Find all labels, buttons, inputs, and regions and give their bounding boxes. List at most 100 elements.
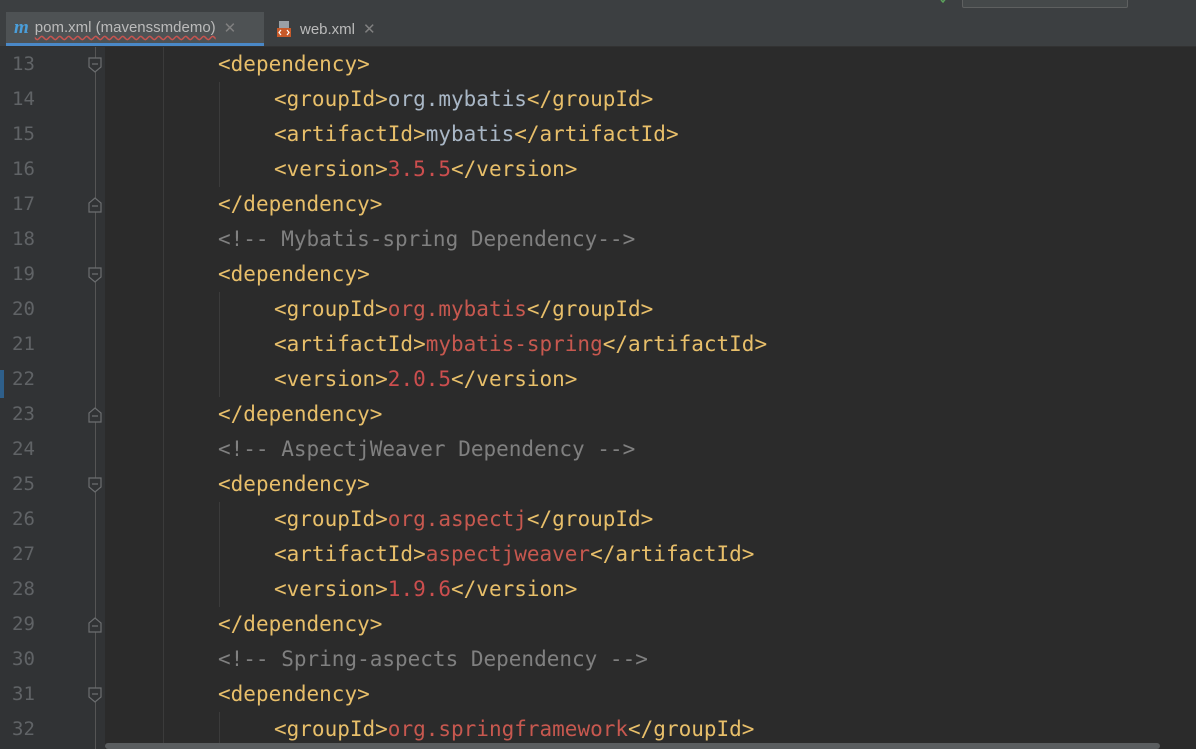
search-everywhere-field[interactable]	[962, 0, 1128, 8]
xml-tag-name: dependency	[230, 262, 358, 286]
fold-start-icon[interactable]	[88, 267, 102, 283]
line-number: 23	[12, 403, 35, 425]
code-line: <groupId>org.springframework</groupId>	[274, 712, 754, 747]
line-number: 32	[12, 718, 35, 740]
line-number: 17	[12, 193, 35, 215]
line-number: 22	[12, 368, 35, 390]
tag-bracket: <	[218, 52, 231, 76]
tag-bracket: <	[218, 262, 231, 286]
line-number: 16	[12, 158, 35, 180]
xml-value: 2.0.5	[387, 367, 452, 391]
code-line: <dependency>	[218, 47, 370, 82]
code-line: <!-- Mybatis-spring Dependency-->	[218, 222, 635, 257]
line-number: 21	[12, 333, 35, 355]
xml-close-tag: </artifactId>	[514, 122, 679, 146]
line-number: 27	[12, 543, 35, 565]
xml-tag-name: dependency	[230, 472, 358, 496]
tag-bracket: </	[218, 402, 244, 426]
xml-open-tag: <groupId>	[274, 717, 388, 741]
xml-open-tag: <version>	[274, 367, 388, 391]
code-line: <!-- Spring-aspects Dependency -->	[218, 642, 648, 677]
xml-value: mybatis-spring	[425, 332, 603, 356]
line-number: 18	[12, 228, 35, 250]
xml-close-tag: </artifactId>	[602, 332, 768, 356]
fold-end-icon[interactable]	[88, 617, 102, 633]
xml-open-tag: <artifactId>	[274, 542, 426, 566]
xml-close-tag: </version>	[451, 577, 578, 601]
xml-open-tag: <artifactId>	[274, 332, 426, 356]
close-icon[interactable]: ✕	[224, 19, 237, 37]
xml-tag-name: dependency	[243, 612, 370, 636]
xml-comment: <!-- Mybatis-spring Dependency-->	[218, 227, 636, 251]
line-number: 19	[12, 263, 35, 285]
code-editor[interactable]: <dependency> <groupId>org.mybatis</groupI…	[105, 47, 1196, 749]
tag-bracket: >	[357, 52, 370, 76]
code-line: <artifactId>mybatis</artifactId>	[274, 117, 679, 152]
xml-comment: <!-- AspectjWeaver Dependency -->	[218, 437, 636, 461]
fold-start-icon[interactable]	[88, 57, 102, 73]
xml-open-tag: <artifactId>	[274, 122, 426, 146]
xml-close-tag: </version>	[451, 157, 578, 181]
gutter-divider	[95, 47, 96, 749]
line-number: 28	[12, 578, 35, 600]
line-number: 29	[12, 613, 35, 635]
xml-file-icon	[277, 21, 291, 37]
tag-bracket: >	[357, 682, 370, 706]
xml-tag-name: dependency	[243, 402, 370, 426]
xml-open-tag: <groupId>	[274, 297, 388, 321]
tag-bracket: >	[369, 612, 383, 636]
xml-value: aspectjweaver	[425, 542, 591, 566]
code-line: <groupId>org.mybatis</groupId>	[274, 82, 653, 117]
fold-end-icon[interactable]	[88, 197, 102, 213]
code-line: </dependency>	[218, 187, 382, 222]
code-line: <dependency>	[218, 677, 370, 712]
xml-close-tag: </groupId>	[628, 717, 755, 741]
tab-web-xml[interactable]: web.xml ✕	[270, 12, 390, 46]
code-line: <groupId>org.mybatis</groupId>	[274, 292, 653, 327]
xml-comment: <!-- Spring-aspects Dependency -->	[218, 647, 648, 671]
fold-start-icon[interactable]	[88, 687, 102, 703]
tag-bracket: >	[369, 402, 383, 426]
tag-bracket: <	[218, 682, 231, 706]
xml-tag-name: dependency	[230, 52, 358, 76]
code-line: <!-- AspectjWeaver Dependency -->	[218, 432, 635, 467]
xml-tag-name: dependency	[243, 192, 370, 216]
fold-start-icon[interactable]	[88, 477, 102, 493]
current-line-marker	[0, 370, 4, 398]
code-line: </dependency>	[218, 607, 382, 642]
code-line: <groupId>org.aspectj</groupId>	[274, 502, 653, 537]
xml-value: org.mybatis	[387, 297, 527, 321]
line-number: 30	[12, 648, 35, 670]
xml-open-tag: <groupId>	[274, 87, 388, 111]
code-line: <version>3.5.5</version>	[274, 152, 577, 187]
tab-label: pom.xml (mavenssmdemo)	[34, 19, 216, 36]
close-icon[interactable]: ✕	[363, 20, 376, 38]
tag-bracket: </	[218, 192, 244, 216]
fold-end-icon[interactable]	[88, 407, 102, 423]
tab-label: web.xml	[300, 20, 356, 38]
line-number: 24	[12, 438, 35, 460]
line-number: 26	[12, 508, 35, 530]
horizontal-scrollbar[interactable]	[105, 743, 1160, 749]
xml-value: org.aspectj	[387, 507, 527, 531]
line-number: 20	[12, 298, 35, 320]
xml-open-tag: <version>	[274, 577, 388, 601]
line-number: 31	[12, 683, 35, 705]
xml-open-tag: <groupId>	[274, 507, 388, 531]
xml-value: org.springframework	[387, 717, 629, 741]
tag-bracket: >	[369, 192, 383, 216]
line-number: 14	[12, 88, 35, 110]
editor-tab-bar: m pom.xml (mavenssmdemo) ✕ web.xml ✕	[0, 12, 1196, 47]
check-icon[interactable]	[940, 0, 948, 4]
xml-close-tag: </groupId>	[526, 297, 654, 321]
xml-close-tag: </groupId>	[526, 507, 654, 531]
tag-bracket: >	[357, 472, 370, 496]
line-number: 13	[12, 53, 35, 75]
tab-pom-xml[interactable]: m pom.xml (mavenssmdemo) ✕	[6, 12, 264, 46]
code-line: <version>1.9.6</version>	[274, 572, 577, 607]
tag-bracket: <	[218, 472, 231, 496]
xml-value: org.mybatis	[387, 87, 527, 111]
code-line: <artifactId>aspectjweaver</artifactId>	[274, 537, 754, 572]
maven-m-icon: m	[14, 16, 29, 38]
xml-close-tag: </groupId>	[526, 87, 654, 111]
